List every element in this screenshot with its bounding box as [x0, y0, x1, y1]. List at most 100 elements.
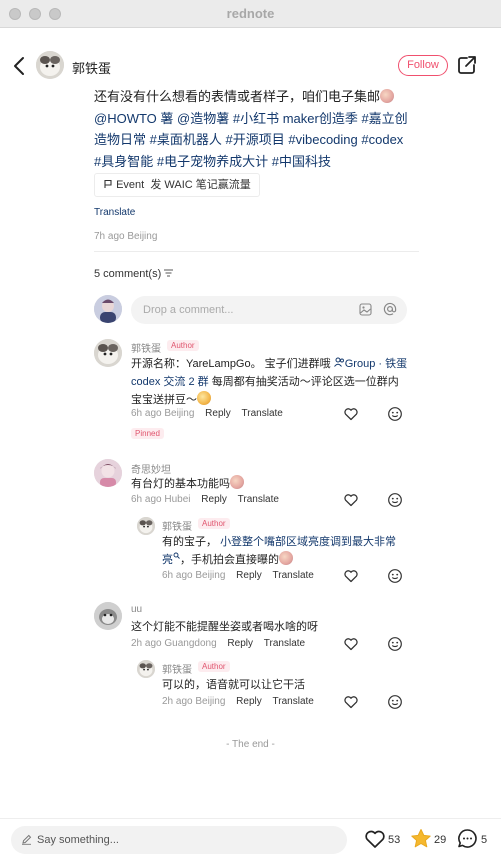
reply-time: 6h ago Beijing	[162, 570, 226, 581]
window-title: rednote	[226, 6, 275, 21]
reply-text-part: 有的宝子，	[162, 536, 217, 548]
author-name[interactable]: 郭铁蛋	[72, 58, 111, 77]
heart-icon[interactable]	[343, 492, 359, 508]
emoji-icon	[197, 391, 211, 405]
comment-meta: 6h ago Beijing Reply Translate	[131, 408, 283, 419]
smile-icon[interactable]	[387, 568, 403, 584]
reply-button[interactable]: Reply	[236, 570, 262, 581]
reply-button[interactable]: Reply	[236, 696, 262, 707]
emoji-icon	[279, 551, 293, 565]
pencil-icon	[22, 834, 32, 845]
reply-author-name[interactable]: 郭铁蛋	[162, 661, 192, 676]
hashtag-open-source[interactable]: #开源项目	[226, 132, 285, 147]
likes-count: 53	[388, 834, 401, 846]
comment-input[interactable]: Drop a comment...	[131, 296, 407, 324]
comment-avatar[interactable]	[94, 602, 122, 630]
end-marker: - The end -	[226, 739, 275, 750]
at-icon[interactable]	[383, 302, 397, 316]
mention-howto[interactable]: @HOWTO 薯	[94, 111, 173, 126]
reply-button[interactable]: Reply	[201, 494, 227, 505]
comment-time: 6h ago Beijing	[131, 408, 195, 419]
hashtag-embodied-ai[interactable]: #具身智能	[94, 154, 153, 169]
post-meta: 7h ago Beijing	[94, 231, 158, 242]
hashtag-pet[interactable]: #电子宠物养成大计	[157, 154, 268, 169]
author-badge: Author	[198, 661, 230, 672]
comment-time: 6h ago Hubei	[131, 494, 191, 505]
search-icon	[173, 552, 180, 559]
comment-input-placeholder: Drop a comment...	[143, 304, 234, 316]
comment-icon[interactable]	[457, 828, 478, 849]
hashtag-china-tech[interactable]: #中国科技	[272, 154, 331, 169]
reply-avatar[interactable]	[137, 660, 155, 678]
translate-button[interactable]: Translate	[273, 570, 314, 581]
comment-text-part: 有台灯的基本功能吗	[131, 478, 230, 490]
post-text: 还有没有什么想看的表情或者样子，咱们电子集邮 @HOWTO 薯 @造物薯 #小红…	[94, 86, 410, 172]
heart-icon[interactable]	[343, 636, 359, 652]
reply-author-name[interactable]: 郭铁蛋	[162, 518, 192, 533]
divider	[94, 251, 419, 252]
comment-text: 这个灯能不能提醒坐姿或者喝水啥的呀	[131, 621, 318, 633]
author-avatar[interactable]	[36, 51, 64, 79]
author-badge: Author	[167, 340, 199, 351]
say-something-placeholder: Say something...	[37, 834, 119, 846]
image-icon[interactable]	[359, 303, 372, 316]
comment-avatar[interactable]	[94, 339, 122, 367]
say-something-input[interactable]: Say something...	[11, 826, 347, 854]
follow-button[interactable]: Follow	[398, 55, 448, 76]
reply-meta: 6h ago Beijing Reply Translate	[162, 570, 314, 581]
translate-button[interactable]: Translate	[238, 494, 279, 505]
reply-avatar[interactable]	[137, 517, 155, 535]
hashtag-codex[interactable]: #codex	[361, 132, 403, 147]
filter-icon	[164, 269, 174, 277]
hashtag-vibecoding[interactable]: #vibecoding	[288, 132, 357, 147]
mention-zaowu[interactable]: @造物薯	[177, 111, 229, 126]
author-badge: Author	[198, 518, 230, 529]
collects-count: 29	[434, 834, 447, 846]
reply-text: 可以的，语音就可以让它干活	[162, 679, 305, 691]
post-body-text: 还有没有什么想看的表情或者样子，咱们电子集邮	[94, 89, 381, 104]
comment-text-part: 开源名称：YareLampGo。 宝子们进群哦	[131, 358, 334, 370]
heart-icon[interactable]	[364, 829, 386, 849]
comment-author-name[interactable]: uu	[131, 604, 142, 615]
comments-count-label: 5 comment(s)	[94, 268, 162, 280]
smile-icon[interactable]	[387, 694, 403, 710]
my-avatar	[94, 295, 122, 323]
star-icon[interactable]	[410, 828, 432, 849]
translate-button[interactable]: Translate	[264, 638, 305, 649]
comment-meta: 2h ago Guangdong Reply Translate	[131, 638, 305, 649]
comment-avatar[interactable]	[94, 459, 122, 487]
smile-icon[interactable]	[387, 492, 403, 508]
comments-count[interactable]: 5 comment(s)	[94, 268, 174, 280]
comments-total: 5	[481, 834, 488, 846]
hashtag-maker[interactable]: #小红书 maker创造季	[233, 111, 358, 126]
hashtag-desktop-robot[interactable]: #桌面机器人	[150, 132, 222, 147]
back-icon[interactable]	[10, 55, 30, 77]
reply-text-part: ，手机拍会直接曝的	[180, 554, 279, 566]
translate-button[interactable]: Translate	[273, 696, 314, 707]
event-chip[interactable]: Event 发 WAIC 笔记赢流量	[94, 173, 260, 197]
reply-time: 2h ago Beijing	[162, 696, 226, 707]
comment-text: 开源名称：YareLampGo。 宝子们进群哦 Group · 铁蛋 codex…	[131, 355, 409, 409]
smile-icon[interactable]	[387, 406, 403, 422]
comment-author-name[interactable]: 奇思妙坦	[131, 461, 171, 476]
reply-text: 有的宝子， 小登整个嘴部区域亮度调到最大非常亮 ，手机拍会直接曝的	[162, 533, 402, 569]
comment-author-name[interactable]: 郭铁蛋	[131, 340, 161, 355]
comment-text: 有台灯的基本功能吗	[131, 475, 409, 493]
reply-button[interactable]: Reply	[227, 638, 253, 649]
heart-icon[interactable]	[343, 694, 359, 710]
reply-button[interactable]: Reply	[205, 408, 231, 419]
smile-icon[interactable]	[387, 636, 403, 652]
bottom-bar: Say something... 53 29 5	[0, 818, 501, 859]
heart-icon[interactable]	[343, 406, 359, 422]
heart-icon[interactable]	[343, 568, 359, 584]
emoji-icon	[230, 475, 244, 489]
translate-button[interactable]: Translate	[242, 408, 283, 419]
emoji-icon	[380, 89, 395, 103]
post-translate-link[interactable]: Translate	[94, 207, 135, 218]
event-label: Event	[116, 179, 145, 191]
event-text: 发 WAIC 笔记赢流量	[150, 179, 251, 191]
comment-meta: 6h ago Hubei Reply Translate	[131, 494, 279, 505]
share-icon[interactable]	[456, 54, 478, 76]
group-icon	[333, 357, 344, 367]
window-titlebar: rednote	[0, 0, 501, 28]
